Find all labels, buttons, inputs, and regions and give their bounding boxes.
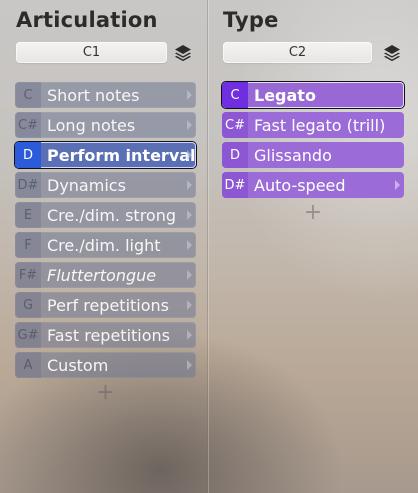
item-label: Fast legato (trill)	[254, 115, 386, 135]
list-item[interactable]: F# Fluttertongue	[15, 262, 196, 288]
list-item[interactable]: A Custom	[15, 352, 196, 378]
list-item[interactable]: C Short notes	[15, 82, 196, 108]
item-label: Perform interval	[47, 145, 196, 165]
list-item[interactable]: C# Long notes	[15, 112, 196, 138]
key-label: D	[15, 142, 41, 168]
list-item[interactable]: C# Fast legato (trill)	[222, 112, 404, 138]
list-item[interactable]: G Perf repetitions	[15, 292, 196, 318]
chevron-right-icon[interactable]	[187, 150, 192, 160]
chevron-right-icon[interactable]	[395, 180, 400, 190]
chevron-right-icon[interactable]	[187, 210, 192, 220]
list-item[interactable]: D# Auto-speed	[222, 172, 404, 198]
list-item[interactable]: D Glissando	[222, 142, 404, 168]
chevron-right-icon[interactable]	[187, 270, 192, 280]
key-label: D	[222, 142, 248, 168]
item-label: Fluttertongue	[47, 265, 157, 285]
layers-icon[interactable]	[381, 42, 403, 64]
list-item[interactable]: C Legato	[222, 82, 404, 108]
item-label: Custom	[47, 355, 109, 375]
chevron-right-icon[interactable]	[187, 330, 192, 340]
chevron-right-icon[interactable]	[187, 180, 192, 190]
type-selector[interactable]: C2	[223, 42, 372, 63]
item-label: Dynamics	[47, 175, 126, 195]
key-label: C#	[222, 112, 248, 138]
type-list: C Legato C# Fast legato (trill) D Glissando D#…	[222, 82, 404, 224]
articulation-list: C Short notes C# Long notes D Perform interva…	[15, 82, 196, 404]
key-label: E	[15, 202, 41, 228]
chevron-right-icon[interactable]	[187, 240, 192, 250]
key-label: G	[15, 292, 41, 318]
plus-icon[interactable]: +	[15, 382, 196, 404]
item-label: Fast repetitions	[47, 325, 171, 345]
item-label: Perf repetitions	[47, 295, 169, 315]
item-label: Cre./dim. strong	[47, 205, 176, 225]
type-title: Type	[223, 8, 279, 32]
chevron-right-icon[interactable]	[187, 90, 192, 100]
chevron-right-icon[interactable]	[187, 360, 192, 370]
column-divider-highlight	[208, 0, 209, 493]
articulation-title: Articulation	[16, 8, 158, 32]
list-item[interactable]: D Perform interval	[15, 142, 196, 168]
item-label: Cre./dim. light	[47, 235, 161, 255]
key-label: C	[222, 82, 248, 108]
key-label: C	[15, 82, 41, 108]
key-label: D#	[222, 172, 248, 198]
item-label: Auto-speed	[254, 175, 346, 195]
chevron-right-icon[interactable]	[187, 300, 192, 310]
key-label: D#	[15, 172, 41, 198]
plus-icon[interactable]: +	[222, 202, 404, 224]
key-label: G#	[15, 322, 41, 348]
list-item[interactable]: F Cre./dim. light	[15, 232, 196, 258]
chevron-right-icon[interactable]	[187, 120, 192, 130]
item-label: Long notes	[47, 115, 136, 135]
item-label: Short notes	[47, 85, 140, 105]
key-label: A	[15, 352, 41, 378]
list-item[interactable]: D# Dynamics	[15, 172, 196, 198]
list-item[interactable]: G# Fast repetitions	[15, 322, 196, 348]
key-label: C#	[15, 112, 41, 138]
key-label: F#	[15, 262, 41, 288]
item-label: Legato	[254, 85, 316, 105]
layers-icon[interactable]	[172, 42, 194, 64]
key-label: F	[15, 232, 41, 258]
item-label: Glissando	[254, 145, 332, 165]
list-item[interactable]: E Cre./dim. strong	[15, 202, 196, 228]
articulation-selector[interactable]: C1	[16, 42, 167, 63]
